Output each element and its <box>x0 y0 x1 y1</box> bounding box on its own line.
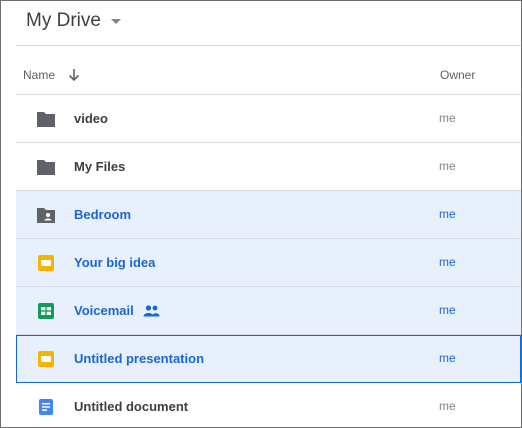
file-owner: me <box>439 303 456 317</box>
slides-icon <box>36 254 56 272</box>
shared-people-icon <box>143 305 160 320</box>
file-row[interactable]: Untitled presentation me <box>16 335 521 383</box>
folder-icon <box>36 158 56 176</box>
file-owner: me <box>439 255 456 269</box>
file-name: Untitled presentation <box>74 351 205 366</box>
file-row[interactable]: Voicemail me <box>16 287 521 335</box>
file-row[interactable]: video me <box>16 95 521 143</box>
file-owner: me <box>439 159 456 173</box>
arrow-down-icon[interactable] <box>67 68 81 82</box>
file-row[interactable]: Untitled document me <box>16 383 521 427</box>
docs-icon <box>36 398 56 416</box>
page-title: My Drive <box>26 10 101 31</box>
name-column-header[interactable]: Name <box>23 68 81 82</box>
file-owner: me <box>439 399 456 413</box>
column-header: Name Owner <box>16 46 521 95</box>
shared-folder-icon <box>36 206 56 224</box>
file-owner: me <box>439 207 456 221</box>
file-list: video me My Files me Bedroom me Your big idea m… <box>16 95 521 427</box>
file-name: My Files <box>74 159 126 174</box>
header: My Drive <box>16 1 521 46</box>
folder-icon <box>36 110 56 128</box>
file-name: Your big idea <box>74 255 156 270</box>
my-drive-dropdown[interactable]: My Drive <box>26 10 121 32</box>
drive-window: My Drive Name Owner video me My Files me Bed… <box>0 0 522 428</box>
file-row[interactable]: Bedroom me <box>16 191 521 239</box>
file-owner: me <box>439 351 456 365</box>
file-row[interactable]: My Files me <box>16 143 521 191</box>
name-column-label: Name <box>23 68 56 82</box>
file-owner: me <box>439 111 456 125</box>
file-row[interactable]: Your big idea me <box>16 239 521 287</box>
caret-down-icon <box>110 18 121 24</box>
slides-icon <box>36 350 56 368</box>
file-name: video <box>74 111 108 126</box>
sheets-icon <box>36 302 56 320</box>
file-name: Untitled document <box>74 399 189 414</box>
file-name: Bedroom <box>74 207 132 222</box>
owner-column-header[interactable]: Owner <box>440 68 475 82</box>
file-name: Voicemail <box>74 303 160 320</box>
